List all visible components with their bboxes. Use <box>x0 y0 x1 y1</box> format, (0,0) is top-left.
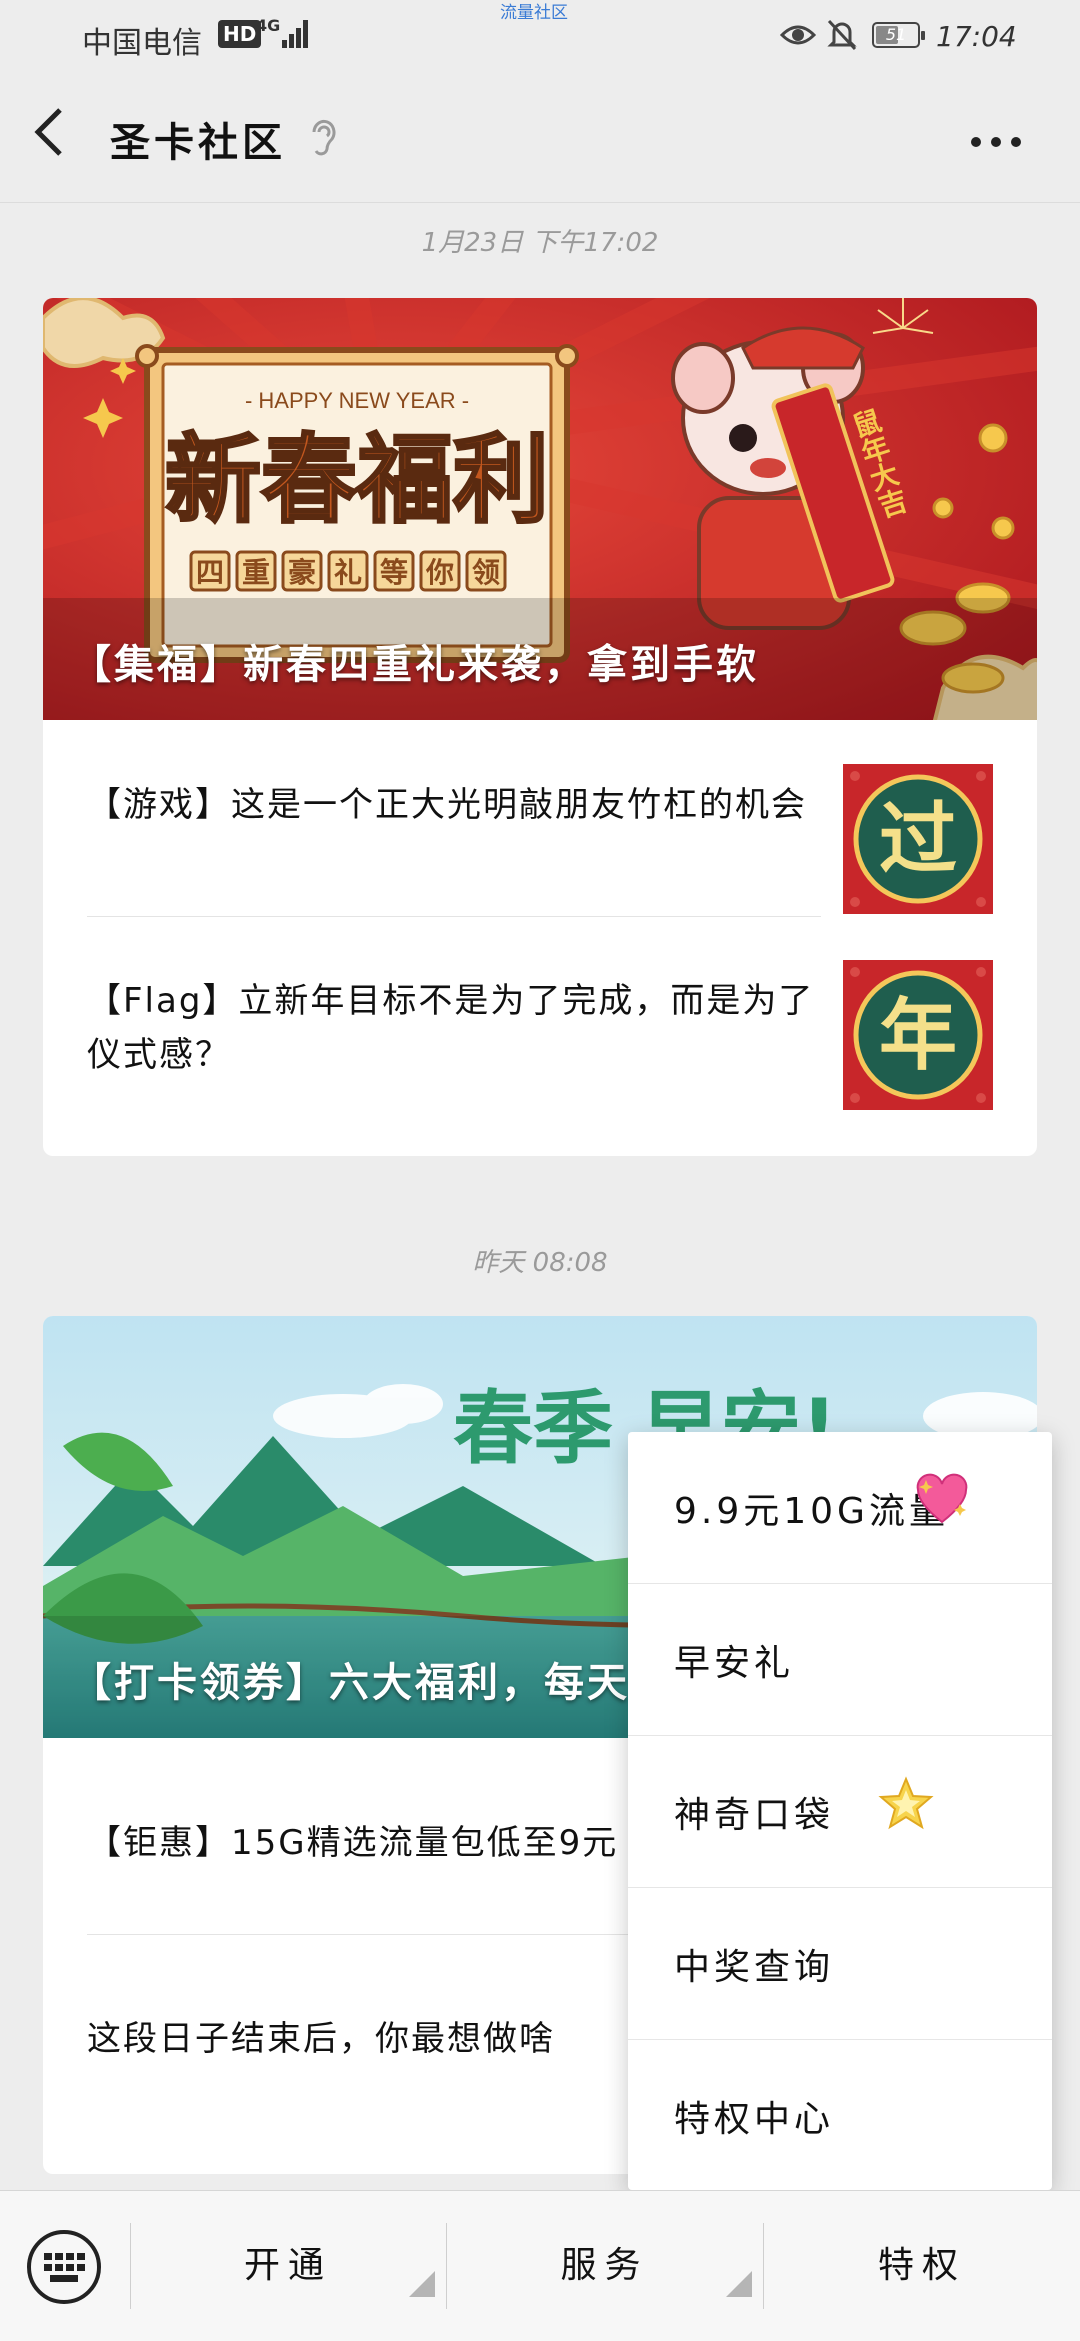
signal-icon <box>282 18 312 48</box>
page-title: 圣卡社区 <box>110 120 286 166</box>
banner-chip: 领 <box>472 556 500 589</box>
item-title: 【游戏】这是一个正大光明敲朋友竹杠的机会 <box>87 785 807 825</box>
thumbnail-char: 年 <box>879 991 957 1081</box>
menu-tab-service[interactable]: 服务 <box>447 2221 762 2311</box>
menu-item-label: 9.9元10G流量 <box>674 1491 949 1532</box>
carrier-name: 中国电信 <box>82 26 202 61</box>
bottom-menu-bar: 开通 服务 特权 <box>0 2190 1080 2341</box>
article-card: - HAPPY NEW YEAR - 新春福利 四 重 豪 礼 等 你 领 鼠年… <box>43 298 1037 1156</box>
mute-bell-icon <box>826 18 858 56</box>
more-dots-icon <box>971 137 1021 147</box>
back-button[interactable] <box>30 102 90 172</box>
message-timestamp: 1月23日 下午17:02 <box>421 228 659 258</box>
sparkling-heart-icon <box>916 1473 968 1524</box>
menu-tab-label: 服务 <box>560 2245 649 2286</box>
keyboard-icon <box>27 2230 101 2304</box>
menu-item-label: 神奇口袋 <box>674 1795 835 1836</box>
banner-chip: 四 <box>196 556 224 589</box>
network-type: 4G <box>256 16 281 35</box>
list-item[interactable]: 【Flag】立新年目标不是为了完成，而是为了仪式感？ 年 <box>43 916 1037 1154</box>
thumbnail-image: 年 <box>843 960 993 1110</box>
thumbnail-image: 过 <box>843 764 993 914</box>
menu-item-prize-query[interactable]: 中奖查询 <box>628 1888 1052 2040</box>
banner-chip: 礼 <box>334 556 362 589</box>
more-button[interactable] <box>966 112 1046 172</box>
cover-caption: 【集福】新春四重礼来袭，拿到手软 <box>71 642 759 688</box>
banner-subheading: - HAPPY NEW YEAR - <box>245 388 469 413</box>
top-notice: 流量社区 <box>500 3 568 23</box>
title-bar: 圣卡社区 <box>0 72 1080 203</box>
battery-level: 51 <box>885 25 907 44</box>
back-arrow-icon <box>34 108 62 156</box>
menu-tab-label: 开通 <box>243 2245 332 2286</box>
banner-chip: 重 <box>242 556 270 589</box>
banner-chip: 等 <box>380 556 408 589</box>
banner-heading: 新春福利 <box>165 424 549 536</box>
popup-menu: 9.9元10G流量 早安礼 神奇口袋 中奖查询 特权中心 <box>628 1432 1052 2190</box>
hd-badge: HD <box>218 20 262 48</box>
status-bar: 中国电信 HD 4G 流量社区 51 17:04 <box>0 0 1080 72</box>
eye-icon <box>779 22 817 52</box>
keyboard-toggle-button[interactable] <box>24 2227 104 2307</box>
clock: 17:04 <box>936 20 1017 53</box>
menu-tab-open[interactable]: 开通 <box>131 2221 445 2311</box>
star-icon <box>878 1776 934 1830</box>
message-timestamp: 昨天 08:08 <box>472 1248 608 1278</box>
banner-chip: 豪 <box>288 556 316 589</box>
menu-item-morning-gift[interactable]: 早安礼 <box>628 1584 1052 1736</box>
banner-chip: 你 <box>425 556 454 589</box>
item-title: 【Flag】立新年目标不是为了完成，而是为了仪式感？ <box>87 981 815 1075</box>
list-item[interactable]: 【游戏】这是一个正大光明敲朋友竹杠的机会 过 <box>43 720 1037 916</box>
cover-article[interactable]: - HAPPY NEW YEAR - 新春福利 四 重 豪 礼 等 你 领 鼠年… <box>43 298 1037 720</box>
menu-item-privilege-center[interactable]: 特权中心 <box>628 2040 1052 2191</box>
menu-item-label: 中奖查询 <box>674 1947 835 1988</box>
menu-item-magic-pocket[interactable]: 神奇口袋 <box>628 1736 1052 1888</box>
thumbnail-char: 过 <box>879 795 957 885</box>
cover-caption: 【打卡领券】六大福利，每天 <box>71 1660 630 1706</box>
battery-icon: 51 <box>872 22 925 48</box>
menu-item-label: 特权中心 <box>674 2099 835 2140</box>
submenu-indicator-icon <box>726 2271 752 2297</box>
submenu-indicator-icon <box>409 2271 435 2297</box>
menu-item-traffic-deal[interactable]: 9.9元10G流量 <box>628 1432 1052 1584</box>
menu-item-label: 早安礼 <box>674 1643 795 1684</box>
menu-tab-label: 特权 <box>877 2245 966 2286</box>
menu-tab-privilege[interactable]: 特权 <box>764 2221 1080 2311</box>
ear-icon <box>306 116 340 164</box>
